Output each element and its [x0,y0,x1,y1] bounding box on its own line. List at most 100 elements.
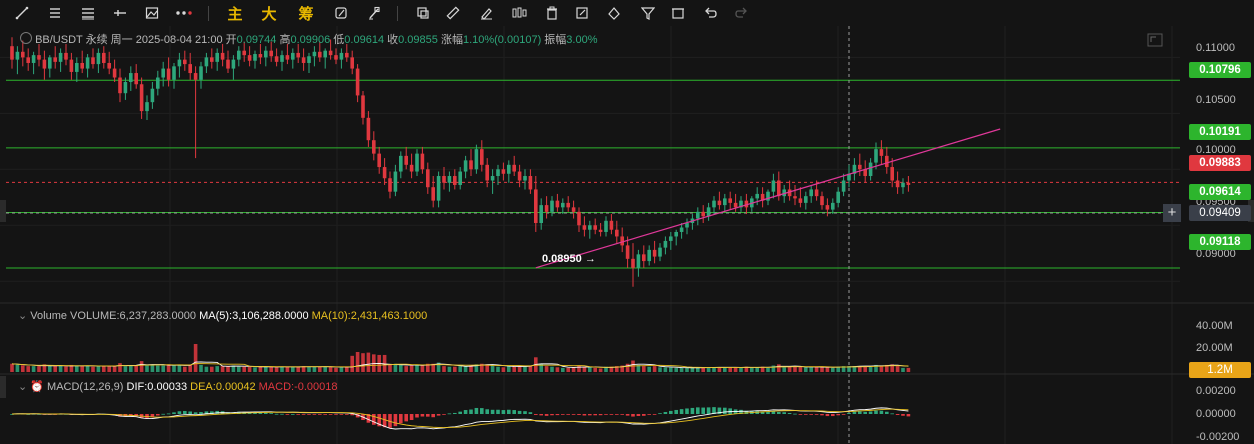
macd-histogram-bar [469,409,473,414]
volume-bar [555,367,560,372]
left-panel-handle-lower[interactable] [0,376,6,398]
volume-bar [210,366,214,372]
cross-line-icon[interactable] [110,3,130,23]
candle-body [663,240,668,248]
delete-icon[interactable] [668,3,688,23]
horizontal-lines-icon[interactable] [45,3,65,23]
macd-histogram-bar [814,414,819,415]
volume-axis-label: 20.00M [1196,342,1233,354]
candle-body [577,211,581,226]
amplitude-label: 振幅 [544,34,567,46]
macd-histogram-bar [782,412,786,414]
drawing-toolbar: 主 大 筹 [0,0,1254,26]
candles-icon[interactable] [508,3,530,23]
level-tag[interactable]: 0.10191 [1189,124,1251,140]
macd-histogram-bar [528,412,533,414]
edit-icon[interactable] [572,3,592,23]
chevron-down-icon[interactable]: ⌄ [18,310,27,322]
volume-bar [334,367,338,372]
macd-histogram-bar [474,407,479,414]
candle-body [723,198,727,206]
filter-icon[interactable] [638,3,658,23]
brush-icon[interactable] [331,3,351,23]
volume-bar [447,366,452,372]
trend-line-icon[interactable] [12,3,32,23]
low-marker-value: 0.08950 [542,253,582,265]
dots-icon[interactable] [172,3,196,23]
volume-bar [328,366,333,372]
volume-bar [80,366,84,372]
volume-value: VOLUME:6,237,283.0000 [70,310,197,322]
candle-body [58,52,63,62]
candle-body [701,211,705,217]
candle-body [836,191,840,203]
macd-axis-label: -0.00200 [1196,431,1240,443]
eraser-icon[interactable] [364,3,384,23]
left-panel-handle[interactable] [0,200,6,222]
add-alert-icon[interactable]: + [1163,204,1181,222]
macd-histogram-bar [539,414,543,416]
macd-histogram-bar [431,414,435,418]
macd-histogram-bar [620,414,624,415]
undo-icon[interactable] [700,3,720,23]
redo-icon[interactable] [732,3,752,23]
candle-body [134,73,138,85]
volume-bar [118,363,122,372]
trash-can-icon[interactable] [542,3,562,23]
candle-body [80,62,84,69]
volume-bar [566,367,570,372]
pen-icon[interactable] [476,3,496,23]
large-order-button[interactable]: 大 [258,3,280,23]
candle-body [804,196,808,203]
chevron-down-icon[interactable]: ⌄ [18,381,27,393]
volume-bar [134,365,138,372]
alarm-icon[interactable]: ⏰ [30,381,44,393]
level-tag[interactable]: 0.10796 [1189,62,1251,78]
candle-body [280,55,284,62]
volume-bar [512,366,516,372]
candle-body [269,50,273,57]
volume-bar [782,367,786,372]
macd-histogram-bar [604,414,608,415]
candle-body [669,236,673,241]
ruler-icon[interactable] [443,3,463,23]
candle-body [625,245,630,259]
open-label: 开 [225,34,237,46]
candle-body [598,229,603,232]
candle-body [771,180,776,192]
candle-body [145,102,149,112]
volume-bar [102,366,106,372]
macd-histogram-bar [658,413,662,415]
candle-body [339,52,344,60]
candle-body [841,180,846,192]
level-tag[interactable]: 0.09614 [1189,184,1251,200]
trend-line [535,128,1001,269]
volume-bar [112,366,117,372]
macd-histogram-bar [669,410,673,414]
image-icon[interactable] [142,3,162,23]
copy-icon[interactable] [413,3,433,23]
color-icon[interactable] [604,3,624,23]
collapse-icon[interactable] [20,32,32,44]
volume-bar [820,367,824,372]
candle-body [355,68,360,96]
macd-histogram-bar [307,414,311,415]
volume-bar [91,366,95,372]
fullscreen-icon[interactable] [1147,33,1163,47]
main-force-button[interactable]: 主 [224,3,246,23]
candle-body [107,62,111,69]
candle-body [631,258,635,268]
candle-body [199,66,203,80]
level-tag[interactable]: 0.09118 [1189,234,1251,250]
parallel-lines-icon[interactable] [78,3,98,23]
candle-body [571,207,576,212]
volume-bar [48,366,52,372]
macd-histogram-bar [593,414,597,416]
candle-body [485,164,489,181]
volume-bar [739,367,743,372]
volume-bar [490,365,495,372]
volume-bar [96,365,101,372]
chips-button[interactable]: 筹 [295,3,317,23]
candle-body [561,202,565,208]
candle-body [588,225,592,230]
